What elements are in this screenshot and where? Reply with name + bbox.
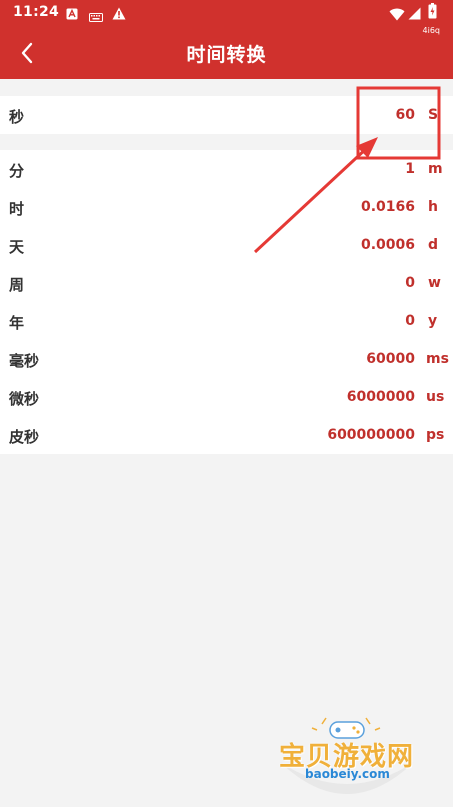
seconds-unit: S <box>428 107 439 123</box>
row-value: 0.0006 <box>360 237 415 253</box>
row-label: 微秒 <box>9 390 40 408</box>
row-unit: ms <box>426 351 449 367</box>
row-value: 6000000 <box>346 389 415 405</box>
row-label: 皮秒 <box>9 428 40 446</box>
row-unit: d <box>428 237 439 253</box>
row-label: 周 <box>9 276 25 294</box>
row-unit: y <box>428 313 438 329</box>
result-row-minutes: 分 1 m <box>0 150 453 188</box>
keyboard-icon <box>89 7 103 26</box>
result-row-microseconds: 微秒 6000000 us <box>0 378 453 416</box>
row-value: 0.0166 <box>360 199 415 215</box>
warning-icon <box>112 5 126 24</box>
seconds-label: 秒 <box>9 108 25 126</box>
row-value: 1 <box>405 161 415 177</box>
row-label: 时 <box>9 200 25 218</box>
status-bar: 11:24 <box>0 0 453 26</box>
row-label: 毫秒 <box>9 352 40 370</box>
result-row-weeks: 周 0 w <box>0 264 453 302</box>
seconds-input[interactable]: 60 <box>396 107 415 123</box>
row-label: 年 <box>9 314 25 332</box>
site-watermark: 宝贝游戏网 baobeiy.com <box>272 716 422 804</box>
cell-signal-icon <box>408 5 421 24</box>
result-row-picoseconds: 皮秒 600000000 ps <box>0 416 453 454</box>
row-unit: m <box>428 161 443 177</box>
row-value: 0 <box>405 275 415 291</box>
page-title: 时间转换 <box>186 44 267 66</box>
row-unit: us <box>426 389 445 405</box>
seconds-input-row[interactable]: 秒 60 S <box>0 96 453 134</box>
row-label: 天 <box>9 238 25 256</box>
watermark-url: baobeiy.com <box>305 767 390 781</box>
result-row-milliseconds: 毫秒 60000 ms <box>0 340 453 378</box>
status-time: 11:24 <box>13 4 60 20</box>
row-value: 600000000 <box>327 427 415 443</box>
row-value: 60000 <box>366 351 415 367</box>
wifi-icon <box>389 6 405 25</box>
row-unit: ps <box>426 427 445 443</box>
result-row-days: 天 0.0006 d <box>0 226 453 264</box>
network-speed: 4i6q <box>422 26 440 35</box>
row-label: 分 <box>9 162 25 180</box>
conversion-results-list: 分 1 m 时 0.0166 h 天 0.0006 d 周 0 w 年 0 y … <box>0 150 453 454</box>
row-unit: w <box>428 275 441 291</box>
battery-charging-icon <box>428 3 437 23</box>
result-row-hours: 时 0.0166 h <box>0 188 453 226</box>
row-value: 0 <box>405 313 415 329</box>
result-row-years: 年 0 y <box>0 302 453 340</box>
top-bar: 11:24 4i6q 时间转换 <box>0 0 453 79</box>
notification-app-icon <box>66 5 78 24</box>
row-unit: h <box>428 199 438 215</box>
